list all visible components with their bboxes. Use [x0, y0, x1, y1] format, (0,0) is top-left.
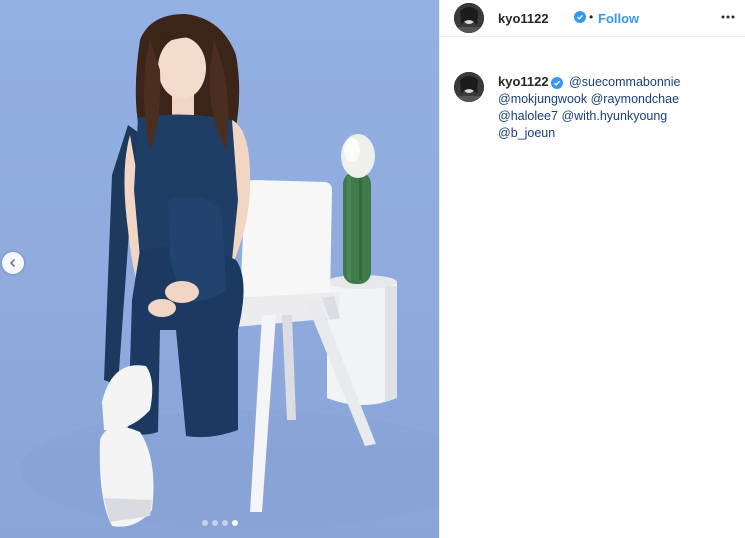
username-link[interactable]: kyo1122 [498, 11, 549, 26]
carousel-dot [211, 520, 218, 526]
mention-link[interactable]: @raymondchae [591, 92, 679, 106]
mention-link[interactable]: @halolee7 [498, 109, 558, 123]
carousel-indicator [0, 520, 439, 526]
mention-link[interactable]: @suecommabonnie [569, 75, 680, 89]
follow-button[interactable]: Follow [598, 11, 639, 26]
carousel-dot [201, 520, 208, 526]
mention-link[interactable]: @b_joeun [498, 126, 555, 140]
post-photo [20, 14, 439, 530]
carousel-dot [231, 520, 238, 526]
post-sidebar: kyo1122 • Follow kyo1122 @suecommabonnie… [439, 0, 745, 538]
instagram-post: kyo1122 • Follow kyo1122 @suecommabonnie… [0, 0, 745, 538]
verified-badge-icon [550, 77, 563, 89]
avatar[interactable] [454, 3, 484, 33]
caption-username-link[interactable]: kyo1122 [498, 74, 549, 89]
more-options-icon[interactable] [720, 9, 736, 25]
post-header: kyo1122 • Follow [440, 0, 745, 37]
separator-dot: • [589, 10, 594, 24]
caption-text: kyo1122 @suecommabonnie @mokjungwook @ra… [498, 73, 736, 142]
carousel-prev-button[interactable] [2, 252, 24, 274]
carousel-dot [221, 520, 228, 526]
chevron-left-icon [9, 258, 16, 268]
verified-badge-icon [574, 11, 586, 23]
avatar[interactable] [454, 72, 484, 102]
mention-link[interactable]: @with.hyunkyoung [561, 109, 667, 123]
post-media [0, 0, 439, 538]
mention-link[interactable]: @mokjungwook [498, 92, 587, 106]
